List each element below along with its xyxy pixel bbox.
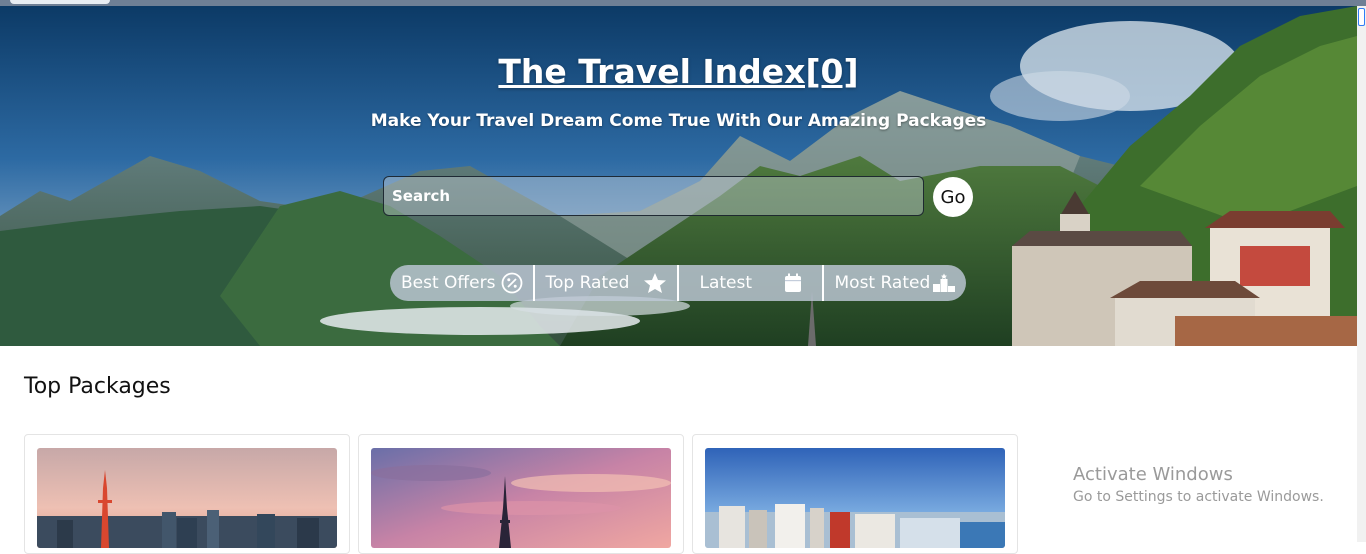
hero-banner: The Travel Index[0] Make Your Travel Dre… — [0, 6, 1357, 346]
search-input[interactable] — [383, 176, 924, 216]
scrollbar-thumb[interactable] — [1358, 8, 1365, 26]
paris-eiffel-tower-image[interactable] — [371, 448, 671, 548]
package-card[interactable] — [358, 434, 684, 554]
windows-activation-watermark: Activate Windows Go to Settings to activ… — [1073, 464, 1324, 505]
filter-bar: Best Offers Top Rated Latest Most Rated — [390, 265, 966, 301]
filter-top-rated[interactable]: Top Rated — [532, 265, 678, 301]
seaside-city-image[interactable] — [705, 448, 1005, 548]
browser-tab[interactable] — [10, 0, 110, 4]
podium-icon — [933, 273, 955, 292]
top-packages-heading: Top Packages — [24, 374, 171, 399]
watermark-subtitle: Go to Settings to activate Windows. — [1073, 489, 1324, 505]
star-icon — [644, 273, 666, 293]
go-button[interactable]: Go — [933, 177, 973, 217]
site-title[interactable]: The Travel Index[0] — [0, 52, 1357, 91]
filter-label: Latest — [699, 273, 753, 293]
discount-badge-icon — [501, 272, 522, 294]
package-card[interactable] — [692, 434, 1018, 554]
filter-best-offers[interactable]: Best Offers — [390, 265, 533, 301]
package-card[interactable] — [24, 434, 350, 554]
filter-label: Top Rated — [545, 273, 630, 293]
filter-most-rated[interactable]: Most Rated — [821, 265, 967, 301]
page-scrollbar[interactable] — [1357, 6, 1366, 542]
filter-label: Best Offers — [401, 273, 496, 293]
tokyo-skyline-image[interactable] — [37, 448, 337, 548]
filter-latest[interactable]: Latest — [677, 265, 822, 301]
watermark-title: Activate Windows — [1073, 464, 1233, 485]
calendar-icon — [785, 273, 802, 292]
site-subtitle: Make Your Travel Dream Come True With Ou… — [370, 111, 987, 131]
filter-label: Most Rated — [834, 273, 931, 293]
